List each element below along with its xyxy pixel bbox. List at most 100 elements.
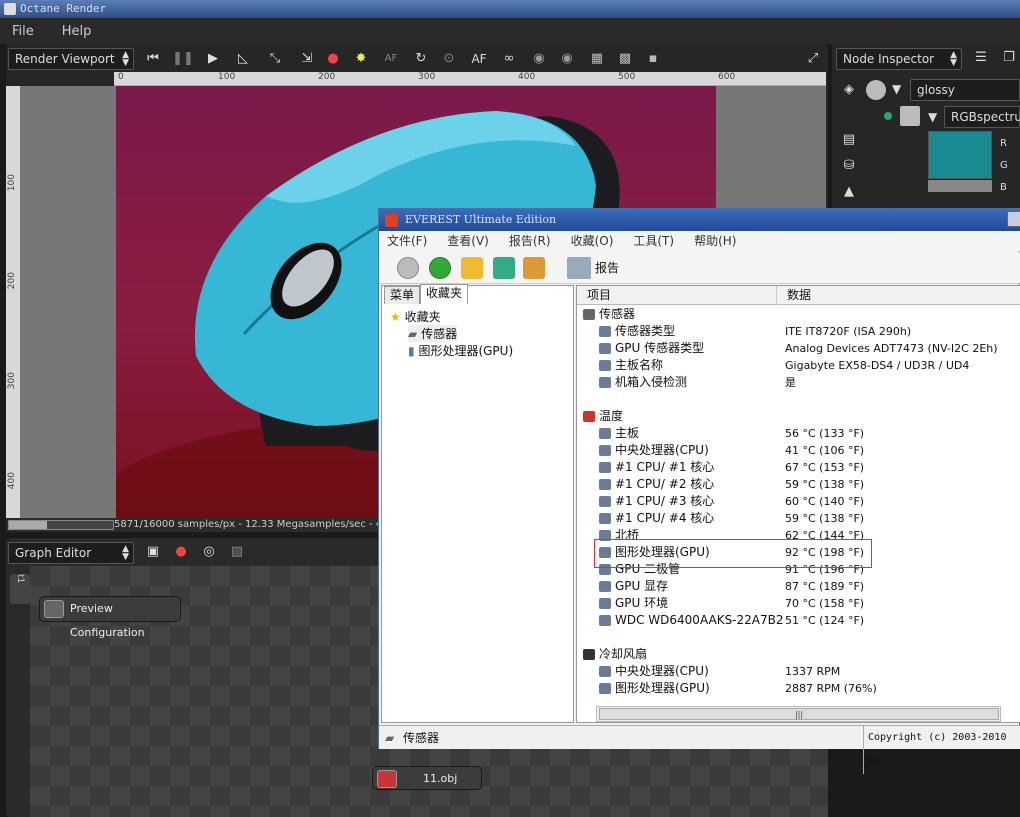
preview-configuration-node[interactable]: Preview Configuration: [39, 596, 181, 639]
tree-root[interactable]: ★ 收藏夹: [390, 308, 441, 325]
image-icon[interactable]: ▲: [838, 182, 860, 202]
db-icon[interactable]: ⛁: [838, 156, 860, 176]
table-row[interactable]: #1 CPU/ #2 核心 59 °C (138 °F): [577, 476, 1020, 493]
rgb-label-g: G: [1000, 160, 1008, 171]
horizontal-scrollbar[interactable]: |||: [596, 706, 1001, 722]
item-icon: [599, 683, 611, 694]
tab-favorites[interactable]: 收藏夹: [420, 284, 469, 304]
tab-menu[interactable]: 菜单: [384, 286, 421, 304]
table-row[interactable]: 机箱入侵检测 是: [577, 374, 1020, 391]
row-value: 1337 RPM: [785, 665, 841, 678]
menu-file[interactable]: 文件(F): [387, 231, 427, 251]
menu-report[interactable]: 报告(R): [509, 231, 551, 251]
thermometer-icon: [583, 411, 595, 422]
sensor-icon: [583, 309, 595, 320]
menu-file[interactable]: File: [12, 24, 34, 39]
expand-arrow-icon[interactable]: ▼: [892, 82, 901, 96]
table-row[interactable]: #1 CPU/ #4 核心 59 °C (138 °F): [577, 510, 1020, 527]
import-icon[interactable]: ⇲: [296, 49, 318, 69]
row-value: 41 °C (106 °F): [785, 444, 865, 457]
back-icon[interactable]: [397, 257, 419, 279]
play-icon[interactable]: ▶: [202, 49, 224, 69]
everest-title: EVEREST Ultimate Edition: [405, 213, 557, 226]
menu-favorites[interactable]: 收藏(O): [571, 231, 614, 251]
add-node-icon[interactable]: ▣: [142, 542, 164, 562]
column-header-data[interactable]: 数据: [777, 286, 1020, 305]
item-icon: [599, 326, 611, 337]
camera-icon[interactable]: ◎: [198, 542, 220, 562]
scrollbar-thumb[interactable]: |||: [599, 708, 999, 720]
checker-small-icon[interactable]: ▪: [642, 49, 664, 69]
refresh-icon[interactable]: ↻: [410, 49, 432, 69]
camera-icon[interactable]: ◈: [838, 80, 860, 100]
table-row[interactable]: GPU 显存 87 °C (189 °F): [577, 578, 1020, 595]
film-icon[interactable]: ▤: [838, 130, 860, 150]
material-type-selector[interactable]: glossy: [910, 79, 1020, 101]
spectrum-selector[interactable]: RGBspectrum: [944, 106, 1020, 128]
graph-editor-selector[interactable]: Graph Editor ▲ ▼: [8, 542, 134, 564]
report-icon[interactable]: [567, 257, 591, 279]
ball-icon[interactable]: ◉: [556, 49, 578, 69]
window-icon[interactable]: ❐: [998, 48, 1020, 68]
menu-tools[interactable]: 工具(T): [633, 231, 674, 251]
af-flash-icon[interactable]: AF: [380, 49, 402, 69]
table-row[interactable]: #1 CPU/ #1 核心 67 °C (153 °F): [577, 459, 1020, 476]
af-pick-icon[interactable]: ⊙: [438, 49, 460, 69]
menu-help[interactable]: 帮助(H): [694, 231, 736, 251]
item-icon: [599, 445, 611, 456]
color-slider[interactable]: [928, 180, 992, 192]
graph-side-tab[interactable]: t1: [10, 574, 30, 604]
table-row[interactable]: 主板 56 °C (133 °F): [577, 425, 1020, 442]
everest-title-bar: EVEREST Ultimate Edition: [379, 209, 1020, 231]
ball-icon[interactable]: ◉: [528, 49, 550, 69]
checker-icon[interactable]: ▩: [614, 49, 636, 69]
node-inspector-selector[interactable]: Node Inspector ▲ ▼: [836, 48, 962, 70]
tree-item-gpu[interactable]: ▮ 图形处理器(GPU): [408, 342, 513, 359]
table-row[interactable]: 中央处理器(CPU) 41 °C (106 °F): [577, 442, 1020, 459]
texture-icon: [900, 106, 920, 126]
forward-icon[interactable]: [429, 257, 451, 279]
collapse-icon[interactable]: ☰: [970, 48, 992, 68]
maximize-icon[interactable]: ⤢: [802, 49, 824, 69]
expand-arrow-icon[interactable]: ▼: [928, 110, 937, 124]
viewport-selector[interactable]: Render Viewport ▲ ▼: [8, 48, 134, 70]
af-icon[interactable]: AF: [468, 49, 490, 69]
tree-item-sensor[interactable]: ▰ 传感器: [408, 325, 458, 342]
delete-node-icon[interactable]: ▨: [226, 542, 248, 562]
table-row[interactable]: #1 CPU/ #3 核心 60 °C (140 °F): [577, 493, 1020, 510]
everest-status-bar: ▰ 传感器 Copyright (c) 2003-2010 La: [379, 725, 1020, 774]
fit-icon[interactable]: ⤡: [264, 49, 286, 69]
menu-view[interactable]: 查看(V): [447, 231, 489, 251]
column-header-item[interactable]: 项目: [577, 286, 777, 305]
color-swatch[interactable]: [928, 131, 992, 179]
grid-icon[interactable]: ▦: [586, 49, 608, 69]
everest-toolbar: 报告: [379, 252, 1020, 284]
table-row[interactable]: 图形处理器(GPU) 2887 RPM (76%): [577, 680, 1020, 697]
sparkle-icon[interactable]: ✸: [350, 49, 372, 69]
table-row[interactable]: 传感器类型 ITE IT8720F (ISA 290h): [577, 323, 1020, 340]
row-item: #1 CPU/ #2 核心: [615, 477, 715, 491]
obj-node[interactable]: 11.obj: [372, 766, 482, 790]
viewport-selector-label: Render Viewport: [15, 52, 115, 66]
ruler-icon[interactable]: ◺: [232, 49, 254, 69]
ruler-tick: 0: [118, 72, 124, 82]
binoculars-icon[interactable]: ∞: [498, 49, 520, 69]
menu-help[interactable]: Help: [62, 24, 92, 39]
report-button[interactable]: 报告: [595, 259, 619, 276]
material-icon[interactable]: ●: [170, 542, 192, 562]
table-row[interactable]: 主板名称 Gigabyte EX58-DS4 / UD3R / UD4: [577, 357, 1020, 374]
users-icon[interactable]: [523, 257, 545, 279]
item-icon: [599, 343, 611, 354]
refresh-icon[interactable]: [493, 257, 515, 279]
minimize-button[interactable]: [1007, 211, 1020, 227]
material-icon[interactable]: ●: [322, 49, 344, 69]
ruler-top: 0 100 200 300 400 500 600: [114, 72, 826, 86]
table-row[interactable]: GPU 传感器类型 Analog Devices ADT7473 (NV-I2C …: [577, 340, 1020, 357]
table-row[interactable]: 中央处理器(CPU) 1337 RPM: [577, 663, 1020, 680]
up-icon[interactable]: [461, 257, 483, 279]
row-value: 2887 RPM (76%): [785, 682, 877, 695]
table-row[interactable]: GPU 环境 70 °C (158 °F): [577, 595, 1020, 612]
skip-back-icon[interactable]: ⏮: [142, 49, 164, 69]
table-row[interactable]: WDC WD6400AAKS-22A7B2 51 °C (124 °F): [577, 612, 1020, 629]
pause-icon[interactable]: ❚❚: [172, 49, 194, 69]
